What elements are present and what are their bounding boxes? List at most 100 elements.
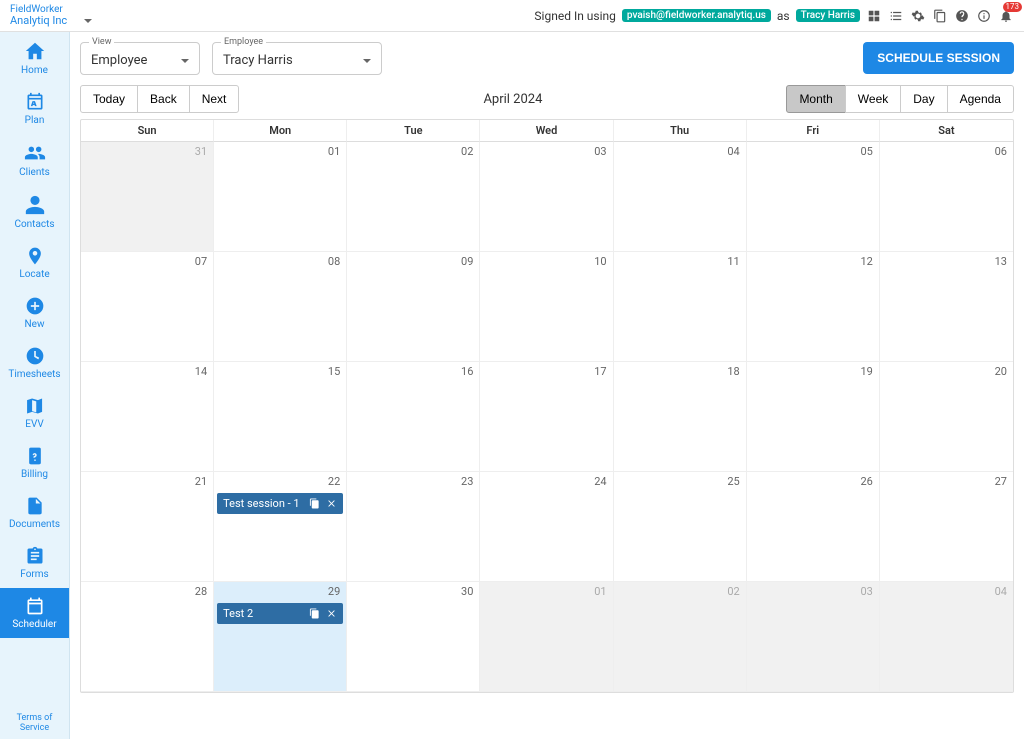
- nav-label-forms: Forms: [20, 569, 48, 580]
- calendar-cell[interactable]: 13: [880, 252, 1013, 362]
- calendar-cell[interactable]: 06: [880, 142, 1013, 252]
- terms-of-service-link[interactable]: Terms of Service: [0, 707, 69, 739]
- calendar-cell[interactable]: 05: [747, 142, 880, 252]
- sidebar-item-plan[interactable]: Plan: [0, 84, 69, 134]
- calendar-cell[interactable]: 26: [747, 472, 880, 582]
- calendar-cell[interactable]: 31: [81, 142, 214, 252]
- view-value: Employee: [91, 53, 147, 68]
- topbar: FieldWorker Analytiq Inc Signed In using…: [0, 0, 1024, 32]
- event-title: Test session - 1: [223, 497, 299, 510]
- sidebar-item-new[interactable]: New: [0, 288, 69, 338]
- calendar-event[interactable]: Test session - 1: [217, 493, 343, 514]
- calendar-cell[interactable]: 15: [214, 362, 347, 472]
- bell-icon[interactable]: 173: [998, 8, 1014, 24]
- nav-label-home: Home: [21, 65, 48, 76]
- day-header-mon: Mon: [214, 120, 347, 142]
- calendar-cell[interactable]: 16: [347, 362, 480, 472]
- calendar-cell[interactable]: 14: [81, 362, 214, 472]
- sidebar-item-scheduler[interactable]: Scheduler: [0, 588, 69, 638]
- sidebar-item-contacts[interactable]: Contacts: [0, 186, 69, 238]
- sidebar-item-timesheets[interactable]: Timesheets: [0, 338, 69, 388]
- week-view-button[interactable]: Week: [845, 85, 901, 113]
- calendar-cell[interactable]: 19: [747, 362, 880, 472]
- calendar-cell[interactable]: 11: [614, 252, 747, 362]
- info-icon[interactable]: [976, 8, 992, 24]
- day-header-sun: Sun: [81, 120, 214, 142]
- sidebar-item-locate[interactable]: Locate: [0, 238, 69, 288]
- nav-label-locate: Locate: [19, 269, 49, 280]
- sidebar: Home Plan Clients Contacts Locate New Ti…: [0, 32, 70, 739]
- today-button[interactable]: Today: [80, 85, 138, 113]
- calendar-cell[interactable]: 12: [747, 252, 880, 362]
- copy-icon[interactable]: [932, 8, 948, 24]
- calendar-cell[interactable]: 07: [81, 252, 214, 362]
- user-name-chip: Tracy Harris: [796, 9, 860, 22]
- back-button[interactable]: Back: [137, 85, 190, 113]
- signed-in-prefix: Signed In using: [534, 9, 615, 23]
- calendar-cell[interactable]: 03: [480, 142, 613, 252]
- grid-view-icon[interactable]: [866, 8, 882, 24]
- calendar-cell[interactable]: 25: [614, 472, 747, 582]
- employee-select[interactable]: Employee Tracy Harris: [212, 42, 382, 75]
- calendar-cell[interactable]: 09: [347, 252, 480, 362]
- calendar-cell[interactable]: 30: [347, 582, 480, 692]
- calendar: Sun Mon Tue Wed Thu Fri Sat 31 01 02 03 …: [80, 119, 1014, 693]
- event-close-icon[interactable]: [326, 498, 337, 509]
- calendar-cell[interactable]: 27: [880, 472, 1013, 582]
- employee-label: Employee: [221, 37, 266, 47]
- calendar-title: April 2024: [483, 92, 542, 107]
- day-header-wed: Wed: [480, 120, 613, 142]
- agenda-view-button[interactable]: Agenda: [947, 85, 1014, 113]
- calendar-cell[interactable]: 04: [614, 142, 747, 252]
- view-select[interactable]: View Employee: [80, 42, 200, 75]
- calendar-cell[interactable]: 02: [614, 582, 747, 692]
- view-button-group: Month Week Day Agenda: [786, 85, 1014, 113]
- calendar-cell[interactable]: 08: [214, 252, 347, 362]
- sidebar-item-billing[interactable]: Billing: [0, 438, 69, 488]
- nav-label-scheduler: Scheduler: [12, 619, 56, 630]
- day-view-button[interactable]: Day: [900, 85, 947, 113]
- calendar-cell[interactable]: 22 Test session - 1: [214, 472, 347, 582]
- schedule-session-button[interactable]: SCHEDULE SESSION: [863, 42, 1014, 74]
- calendar-cell[interactable]: 17: [480, 362, 613, 472]
- event-clipboard-icon[interactable]: [309, 608, 320, 619]
- calendar-cell[interactable]: 01: [214, 142, 347, 252]
- calendar-cell[interactable]: 04: [880, 582, 1013, 692]
- event-close-icon[interactable]: [326, 608, 337, 619]
- sidebar-item-evv[interactable]: EVV: [0, 388, 69, 438]
- brand-block: FieldWorker Analytiq Inc: [10, 4, 92, 27]
- calendar-cell[interactable]: 01: [480, 582, 613, 692]
- org-selector[interactable]: Analytiq Inc: [10, 15, 92, 27]
- gear-icon[interactable]: [910, 8, 926, 24]
- nav-label-documents: Documents: [9, 519, 60, 530]
- sidebar-item-documents[interactable]: Documents: [0, 488, 69, 538]
- calendar-cell[interactable]: 24: [480, 472, 613, 582]
- nav-label-new: New: [25, 319, 45, 330]
- calendar-event[interactable]: Test 2: [217, 603, 343, 624]
- calendar-cell[interactable]: 10: [480, 252, 613, 362]
- user-email-chip: pvaish@fieldworker.analytiq.us: [622, 9, 771, 22]
- topbar-right: Signed In using pvaish@fieldworker.analy…: [534, 8, 1014, 24]
- day-header-sat: Sat: [880, 120, 1013, 142]
- calendar-cell[interactable]: 28: [81, 582, 214, 692]
- month-view-button[interactable]: Month: [786, 85, 845, 113]
- calendar-cell[interactable]: 02: [347, 142, 480, 252]
- sidebar-item-home[interactable]: Home: [0, 32, 69, 84]
- next-button[interactable]: Next: [189, 85, 240, 113]
- filter-bar: View Employee Employee Tracy Harris SCHE…: [80, 42, 1014, 75]
- calendar-cell[interactable]: 20: [880, 362, 1013, 472]
- sidebar-item-clients[interactable]: Clients: [0, 134, 69, 186]
- calendar-cell-today[interactable]: 29 Test 2: [214, 582, 347, 692]
- sidebar-item-forms[interactable]: Forms: [0, 538, 69, 588]
- org-name: Analytiq Inc: [10, 15, 67, 27]
- nav-label-plan: Plan: [25, 115, 45, 126]
- help-icon[interactable]: [954, 8, 970, 24]
- calendar-cell[interactable]: 23: [347, 472, 480, 582]
- list-view-icon[interactable]: [888, 8, 904, 24]
- chevron-down-icon: [363, 59, 371, 63]
- view-label: View: [89, 37, 114, 47]
- calendar-cell[interactable]: 21: [81, 472, 214, 582]
- event-clipboard-icon[interactable]: [309, 498, 320, 509]
- calendar-cell[interactable]: 18: [614, 362, 747, 472]
- calendar-cell[interactable]: 03: [747, 582, 880, 692]
